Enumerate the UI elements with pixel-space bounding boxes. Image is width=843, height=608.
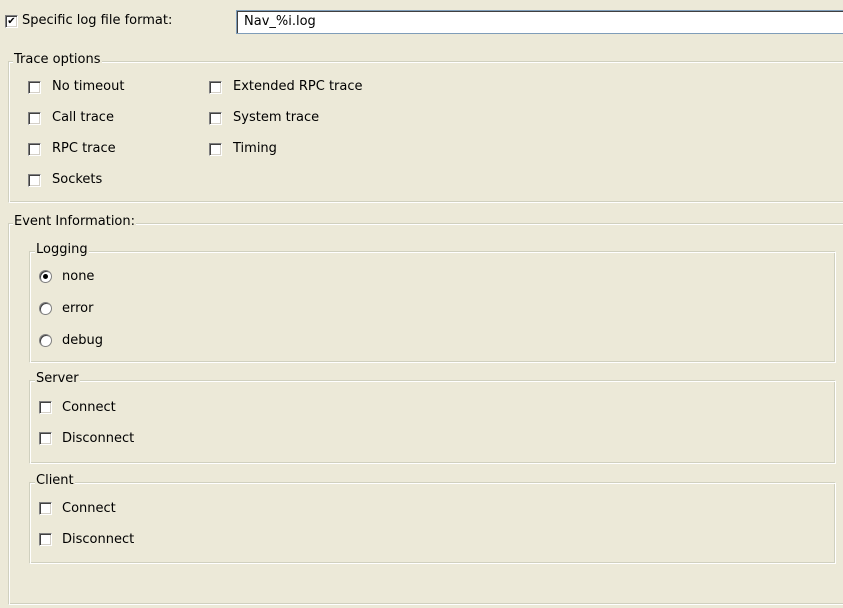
- log-format-checkbox[interactable]: ✔: [5, 15, 18, 28]
- logging-error-radio[interactable]: [39, 302, 52, 315]
- logging-title: Logging: [35, 242, 89, 258]
- log-format-label: Specific log file format:: [22, 13, 173, 28]
- event-information-title: Event Information:: [13, 214, 137, 230]
- extended-rpc-trace-checkbox[interactable]: [209, 81, 222, 94]
- server-disconnect-label: Disconnect: [62, 431, 135, 446]
- server-title: Server: [35, 371, 80, 387]
- log-format-input[interactable]: Nav_%i.log: [236, 10, 843, 34]
- logging-debug-label: debug: [62, 333, 103, 348]
- client-connect-label: Connect: [62, 501, 116, 516]
- radio-selected-dot: [43, 274, 48, 279]
- call-trace-label: Call trace: [52, 110, 114, 125]
- client-title: Client: [35, 473, 75, 489]
- logging-none-radio[interactable]: [39, 270, 52, 283]
- server-group: [29, 380, 836, 464]
- server-connect-label: Connect: [62, 400, 116, 415]
- client-connect-checkbox[interactable]: [39, 502, 52, 515]
- logging-group: [29, 251, 836, 363]
- system-trace-checkbox[interactable]: [209, 112, 222, 125]
- trace-options-title: Trace options: [13, 52, 102, 68]
- logging-none-label: none: [62, 269, 95, 284]
- client-disconnect-checkbox[interactable]: [39, 533, 52, 546]
- client-disconnect-label: Disconnect: [62, 532, 135, 547]
- call-trace-checkbox[interactable]: [28, 112, 41, 125]
- rpc-trace-checkbox[interactable]: [28, 143, 41, 156]
- client-group: [29, 482, 836, 564]
- server-connect-checkbox[interactable]: [39, 401, 52, 414]
- rpc-trace-label: RPC trace: [52, 141, 116, 156]
- logging-debug-radio[interactable]: [39, 334, 52, 347]
- extended-rpc-trace-label: Extended RPC trace: [233, 79, 363, 94]
- trace-options-group: [8, 61, 843, 203]
- sockets-label: Sockets: [52, 172, 103, 187]
- no-timeout-label: No timeout: [52, 79, 125, 94]
- timing-label: Timing: [233, 141, 277, 156]
- logging-error-label: error: [62, 301, 94, 316]
- timing-checkbox[interactable]: [209, 143, 222, 156]
- sockets-checkbox[interactable]: [28, 174, 41, 187]
- system-trace-label: System trace: [233, 110, 320, 125]
- no-timeout-checkbox[interactable]: [28, 81, 41, 94]
- server-disconnect-checkbox[interactable]: [39, 432, 52, 445]
